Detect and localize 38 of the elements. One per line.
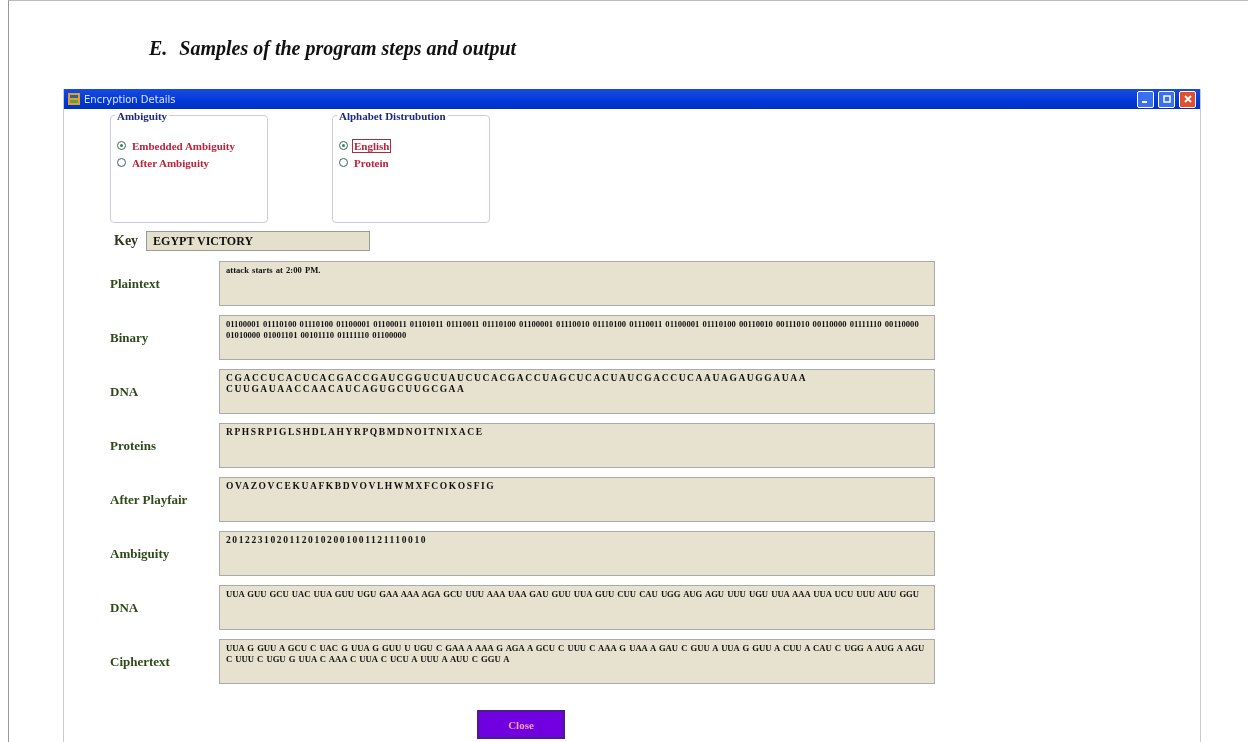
field-label: After Playfair — [110, 491, 189, 508]
maximize-icon — [1162, 95, 1171, 103]
output-field[interactable]: 01100001 01110100 01110100 01100001 01100011 01101011 01110011 01110100 01100001 01110010 01110100 01110011 01100001 01110100 00110010 00111010 00110000 01111110 00110000 01010000 01001101 00101110 01111110 01100000 — [219, 315, 935, 360]
window-title: Encryption Details — [84, 93, 176, 105]
key-field[interactable]: EGYPT VICTORY — [146, 231, 371, 251]
field-label: Ciphertext — [110, 653, 171, 670]
output-field[interactable]: 20122310201120102001001121110010 — [219, 531, 935, 576]
field-label: Plaintext — [110, 275, 161, 292]
radio-button[interactable] — [339, 141, 348, 150]
close-icon — [1183, 95, 1192, 103]
field-label: DNA — [110, 599, 140, 616]
radio-label[interactable]: English — [352, 138, 392, 153]
app-icon — [68, 93, 80, 105]
radio-label[interactable]: Protein — [352, 155, 391, 170]
radio-label[interactable]: Embedded Ambiguity — [130, 138, 237, 153]
section-number: E. — [149, 37, 168, 61]
output-field[interactable]: UUA GUU GCU UAC UUA GUU UGU GAA AAA AGA GCU UUU AAA UAA GAU GUU UUA GUU CUU CAU UGG AUG AGU UUU UGU UUA AAA UUA UCU UUU AUU GGU — [219, 585, 935, 630]
group-title: Alphabet Distrubution — [337, 110, 448, 122]
field-label: DNA — [110, 383, 140, 400]
radio-button[interactable] — [117, 158, 126, 167]
output-field[interactable]: RPHSRPIGLSHDLAHYRPQBMDNOITNIXACE — [219, 423, 935, 468]
close-window-button[interactable] — [1179, 90, 1196, 108]
close-button[interactable]: Close — [477, 710, 565, 739]
field-label: Ambiguity — [110, 545, 171, 562]
field-label: Proteins — [110, 437, 157, 454]
field-label: Binary — [110, 329, 150, 346]
output-field[interactable]: UUA G GUU A GCU C UAC G UUA G GUU U UGU C GAA A AAA G AGA A GCU C UUU C AAA G UAA A GAU C GUU A UUA G GUU A CUU A CAU C UGG A AUG A AGU C UUU C UGU G UUA C AAA C UUA C UCU A UUU A AUU C GGU A — [219, 639, 935, 684]
output-field[interactable]: OVAZOVCEKUAFKBDVOVLHWMXFCOKOSFIG — [219, 477, 935, 522]
radio-button[interactable] — [117, 141, 126, 150]
maximize-button[interactable] — [1158, 90, 1175, 108]
key-label: Key — [114, 233, 139, 249]
section-heading: Samples of the program steps and output — [179, 37, 517, 62]
output-field[interactable]: CGACCUCACUCACGACCGAUCGGUCUAUCUCACGACCUAGCUCACUAUCGACCUCAAUAGAUGGAUAA CUUGAUAACCAACAUCAGUGCUUGCGAA — [219, 369, 935, 414]
radio-button[interactable] — [339, 158, 348, 167]
output-field[interactable]: attack starts at 2:00 PM. — [219, 261, 935, 306]
radio-label[interactable]: After Ambiguity — [130, 155, 212, 170]
group-title: Ambiguity — [115, 110, 170, 122]
minimize-button[interactable] — [1137, 90, 1154, 108]
